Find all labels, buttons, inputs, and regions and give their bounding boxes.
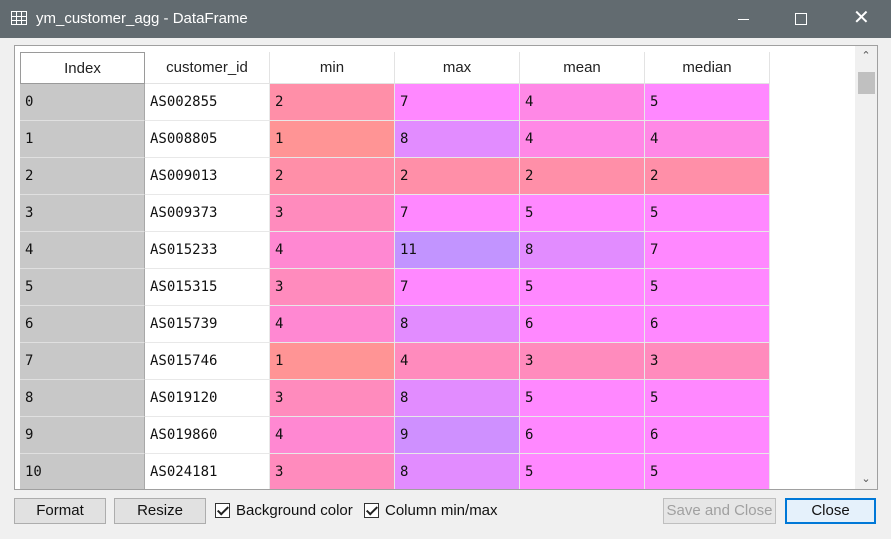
maximize-button[interactable]	[778, 0, 824, 38]
close-icon: ✕	[853, 7, 870, 29]
table-cell-median[interactable]: 6	[645, 417, 770, 454]
table-cell-mean[interactable]: 3	[520, 343, 645, 380]
table-cell-customer-id[interactable]: AS008805	[145, 121, 270, 158]
table-cell-max[interactable]: 8	[395, 454, 520, 489]
row-index-cell[interactable]: 8	[20, 380, 145, 417]
table-cell-min[interactable]: 3	[270, 380, 395, 417]
table-cell-min[interactable]: 3	[270, 195, 395, 232]
table-cell-customer-id[interactable]: AS015315	[145, 269, 270, 306]
row-index-cell[interactable]: 2	[20, 158, 145, 195]
row-index-cell[interactable]: 4	[20, 232, 145, 269]
checkbox-checked-icon[interactable]	[364, 503, 379, 518]
table-cell-min[interactable]: 1	[270, 121, 395, 158]
close-window-button[interactable]: ✕	[838, 0, 884, 38]
resize-button[interactable]: Resize	[114, 498, 206, 524]
table-cell-max[interactable]: 8	[395, 121, 520, 158]
table-cell-mean[interactable]: 2	[520, 158, 645, 195]
row-index-cell[interactable]: 3	[20, 195, 145, 232]
title-bar: ym_customer_agg - DataFrame ✕	[0, 0, 891, 38]
bottom-toolbar: Format Resize Background color Column mi…	[0, 490, 891, 539]
table-cell-median[interactable]: 5	[645, 380, 770, 417]
table-cell-mean[interactable]: 5	[520, 454, 645, 489]
table-cell-min[interactable]: 3	[270, 269, 395, 306]
table-cell-min[interactable]: 2	[270, 84, 395, 121]
table-cell-min[interactable]: 2	[270, 158, 395, 195]
row-index-cell[interactable]: 0	[20, 84, 145, 121]
row-index-cell[interactable]: 10	[20, 454, 145, 489]
column-header-customer-id[interactable]: customer_id	[145, 52, 270, 84]
table-cell-median[interactable]: 3	[645, 343, 770, 380]
column-header-median[interactable]: median	[645, 52, 770, 84]
table-cell-mean[interactable]: 6	[520, 306, 645, 343]
table-cell-mean[interactable]: 6	[520, 417, 645, 454]
column-minmax-label: Column min/max	[385, 502, 498, 519]
table-cell-median[interactable]: 5	[645, 454, 770, 489]
table-cell-max[interactable]: 2	[395, 158, 520, 195]
table-cell-min[interactable]: 4	[270, 306, 395, 343]
table-cell-customer-id[interactable]: AS019120	[145, 380, 270, 417]
maximize-icon	[795, 13, 807, 25]
table-cell-max[interactable]: 7	[395, 269, 520, 306]
table-cell-median[interactable]: 2	[645, 158, 770, 195]
table-cell-mean[interactable]: 5	[520, 380, 645, 417]
minimize-button[interactable]	[720, 0, 766, 38]
table-cell-min[interactable]: 4	[270, 232, 395, 269]
table-cell-mean[interactable]: 5	[520, 195, 645, 232]
table-cell-customer-id[interactable]: AS015739	[145, 306, 270, 343]
table-cell-min[interactable]: 3	[270, 454, 395, 489]
table-cell-customer-id[interactable]: AS015746	[145, 343, 270, 380]
table-cell-median[interactable]: 4	[645, 121, 770, 158]
table-cell-customer-id[interactable]: AS024181	[145, 454, 270, 489]
checkbox-checked-icon[interactable]	[215, 503, 230, 518]
window-title: ym_customer_agg - DataFrame	[36, 10, 248, 27]
scroll-down-icon[interactable]: ⌄	[860, 473, 872, 485]
save-and-close-button[interactable]: Save and Close	[663, 498, 776, 524]
table-cell-customer-id[interactable]: AS002855	[145, 84, 270, 121]
row-index-cell[interactable]: 7	[20, 343, 145, 380]
table-cell-customer-id[interactable]: AS015233	[145, 232, 270, 269]
table-cell-max[interactable]: 4	[395, 343, 520, 380]
table-cell-min[interactable]: 4	[270, 417, 395, 454]
table-cell-max[interactable]: 7	[395, 84, 520, 121]
row-index-cell[interactable]: 9	[20, 417, 145, 454]
column-header-mean[interactable]: mean	[520, 52, 645, 84]
table-cell-customer-id[interactable]: AS009013	[145, 158, 270, 195]
scroll-up-icon[interactable]: ⌃	[860, 50, 872, 62]
close-button[interactable]: Close	[785, 498, 876, 524]
format-button[interactable]: Format	[14, 498, 106, 524]
table-cell-median[interactable]: 5	[645, 84, 770, 121]
column-header-index[interactable]: Index	[20, 52, 145, 84]
table-cell-mean[interactable]: 8	[520, 232, 645, 269]
scrollbar-thumb[interactable]	[858, 72, 875, 94]
vertical-scrollbar[interactable]: ⌃ ⌄	[855, 46, 877, 489]
table-cell-max[interactable]: 9	[395, 417, 520, 454]
table-cell-mean[interactable]: 4	[520, 121, 645, 158]
background-color-label: Background color	[236, 502, 353, 519]
table-cell-max[interactable]: 11	[395, 232, 520, 269]
table-cell-customer-id[interactable]: AS009373	[145, 195, 270, 232]
table-cell-customer-id[interactable]: AS019860	[145, 417, 270, 454]
table-cell-median[interactable]: 6	[645, 306, 770, 343]
table-cell-max[interactable]: 7	[395, 195, 520, 232]
table-cell-mean[interactable]: 5	[520, 269, 645, 306]
table-cell-mean[interactable]: 4	[520, 84, 645, 121]
column-header-min[interactable]: min	[270, 52, 395, 84]
row-index-cell[interactable]: 6	[20, 306, 145, 343]
row-index-cell[interactable]: 5	[20, 269, 145, 306]
dataframe-table[interactable]: Index customer_id min max mean median 0 AS00285…	[14, 45, 878, 490]
table-cell-median[interactable]: 5	[645, 195, 770, 232]
table-cell-min[interactable]: 1	[270, 343, 395, 380]
row-index-cell[interactable]: 1	[20, 121, 145, 158]
table-cell-max[interactable]: 8	[395, 306, 520, 343]
column-header-max[interactable]: max	[395, 52, 520, 84]
table-cell-median[interactable]: 5	[645, 269, 770, 306]
table-cell-median[interactable]: 7	[645, 232, 770, 269]
table-icon	[11, 11, 27, 25]
minimize-icon	[738, 19, 749, 20]
table-cell-max[interactable]: 8	[395, 380, 520, 417]
